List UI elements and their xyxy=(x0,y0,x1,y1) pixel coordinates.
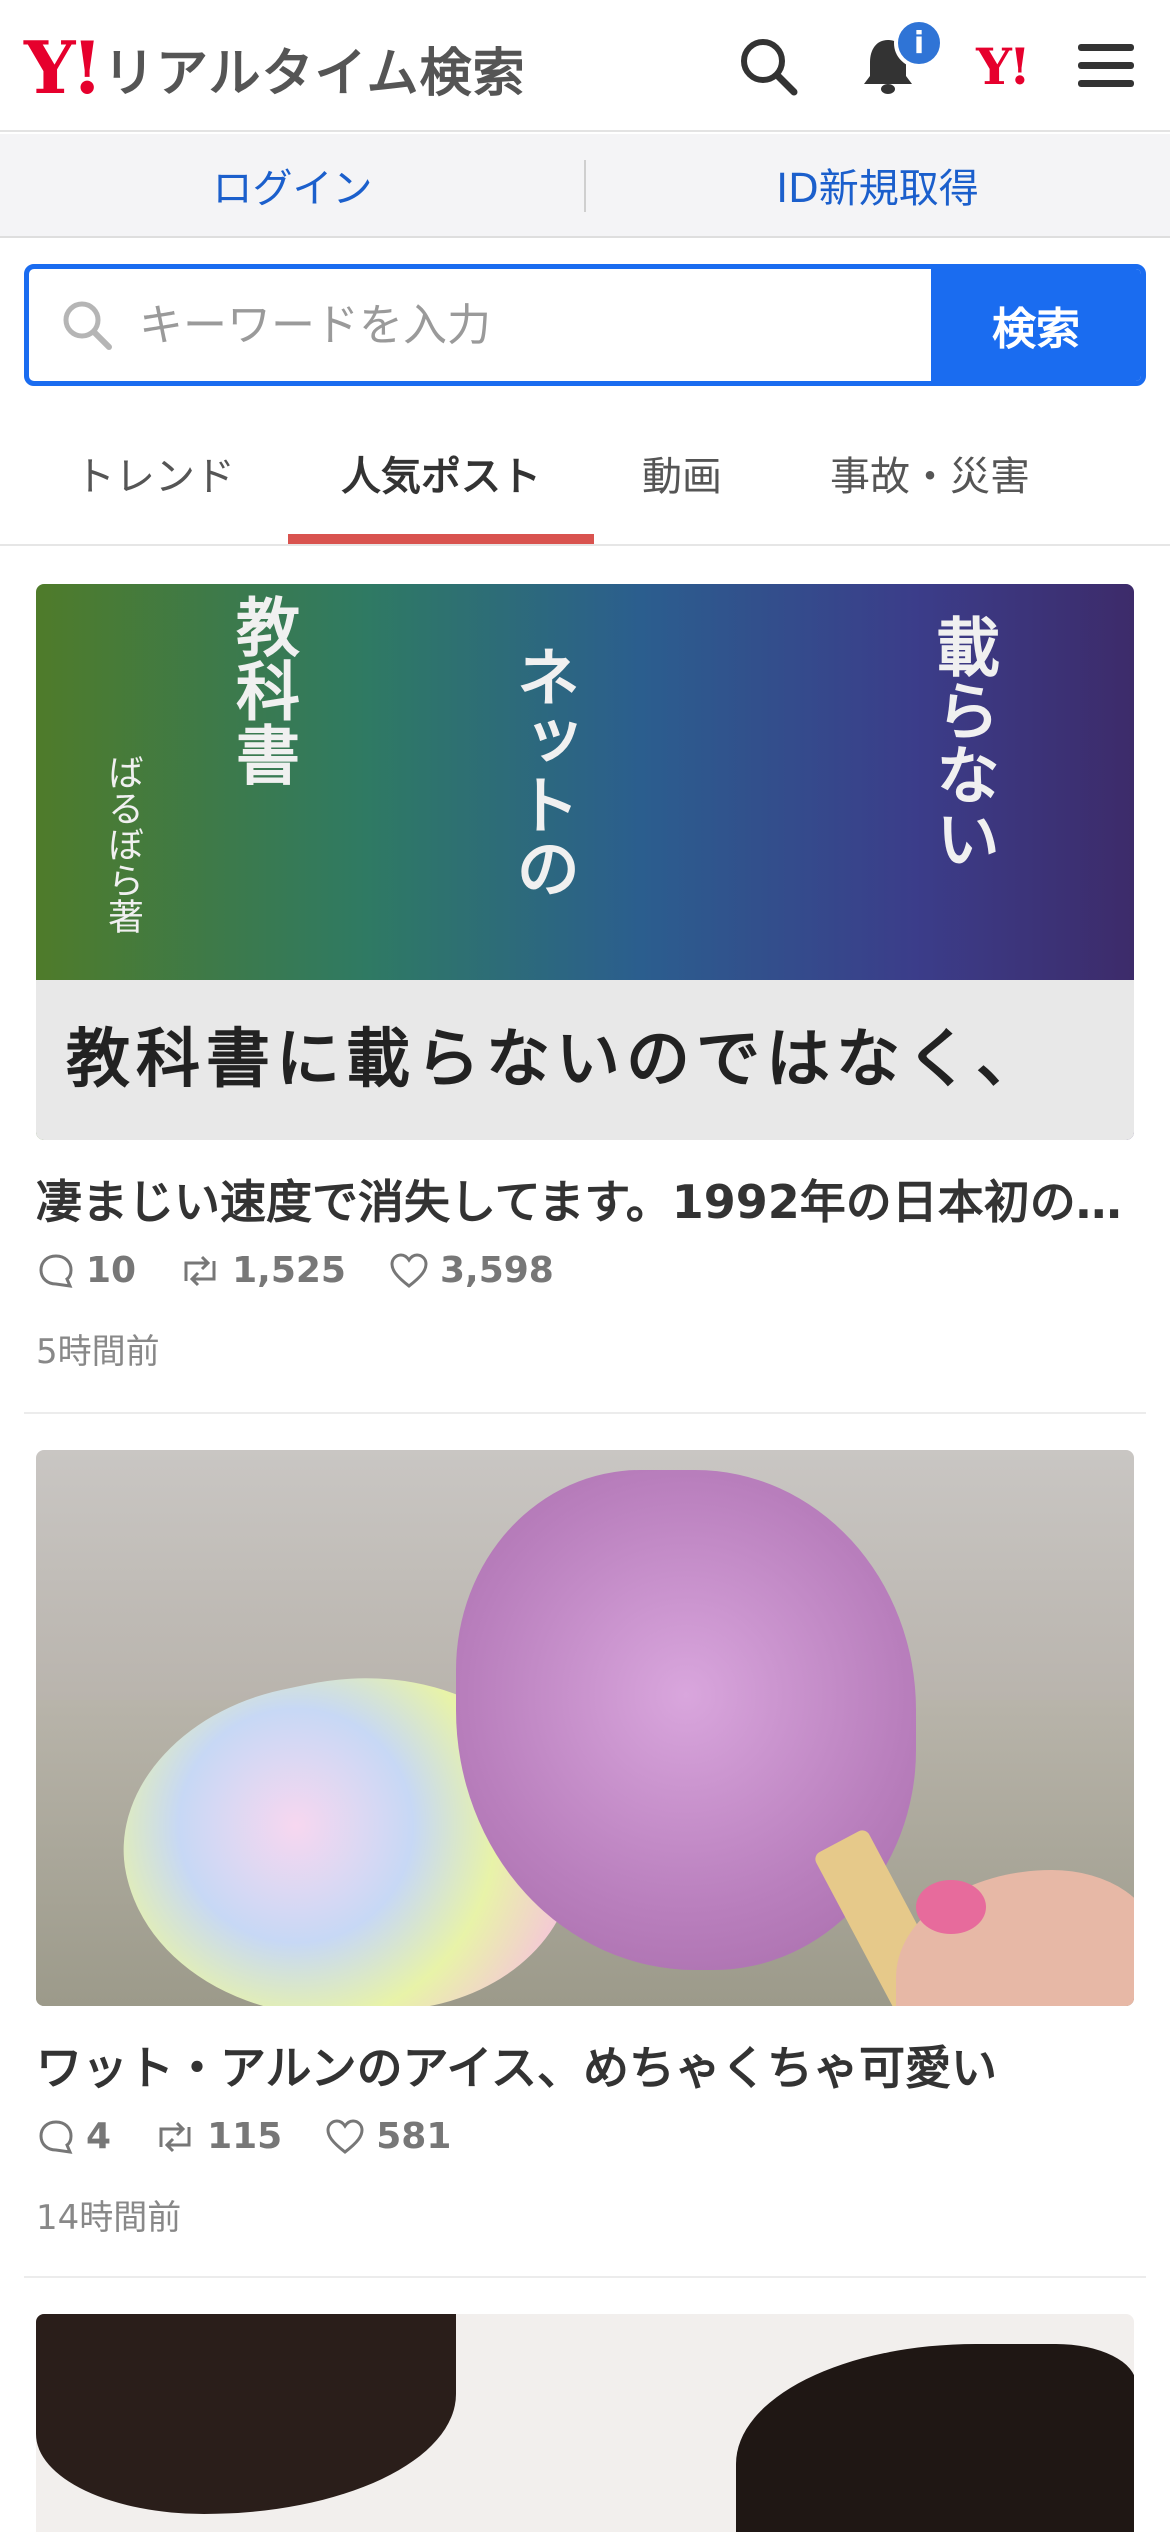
search-input[interactable] xyxy=(139,269,939,381)
like-count[interactable]: 3,598 xyxy=(388,1250,554,1291)
like-count[interactable]: 581 xyxy=(324,2116,451,2157)
search-field-icon xyxy=(59,297,115,353)
reply-count[interactable]: 10 xyxy=(36,1250,136,1291)
heart-icon xyxy=(326,2118,364,2154)
post-stats: 4 115 581 xyxy=(36,2116,493,2157)
post-timestamp: 5時間前 xyxy=(36,1332,160,1372)
repost-count-value: 115 xyxy=(207,2116,283,2157)
post-card[interactable]: 教科書 ネットの 載らない ばるぼら著 教科書に載らないのではなく、 凄まじい速… xyxy=(24,584,1146,1384)
active-tab-indicator xyxy=(288,534,594,544)
post-image[interactable] xyxy=(36,1450,1134,2006)
reply-icon xyxy=(39,2119,73,2154)
post-divider xyxy=(24,1412,1146,1414)
post-image[interactable] xyxy=(36,2314,1134,2532)
post-card[interactable] xyxy=(24,2314,1146,2532)
post-image-text: ネットの xyxy=(505,644,580,900)
login-separator xyxy=(584,160,586,212)
post-image-text: ばるぼら著 xyxy=(102,754,143,934)
tab-accidents-disasters[interactable]: 事故・災害 xyxy=(790,400,1070,546)
post-image[interactable]: 教科書 ネットの 載らない ばるぼら著 教科書に載らないのではなく、 xyxy=(36,584,1134,1140)
reply-count-value: 10 xyxy=(86,1250,137,1291)
yahoo-realtime-logo[interactable]: Y! リアルタイム検索 xyxy=(24,28,525,108)
post-title[interactable]: ワット・アルンのアイス、めちゃくちゃ可愛い xyxy=(36,2032,1136,2098)
heart-icon xyxy=(390,1252,428,1288)
tab-popular-posts[interactable]: 人気ポスト xyxy=(288,400,594,546)
reply-count-value: 4 xyxy=(86,2116,112,2157)
post-timestamp: 14時間前 xyxy=(36,2198,182,2238)
post-card[interactable]: ワット・アルンのアイス、めちゃくちゃ可愛い 4 115 581 14時間前 xyxy=(24,1450,1146,2250)
reply-icon xyxy=(39,1253,73,1288)
repost-count-value: 1,525 xyxy=(232,1250,346,1291)
hamburger-menu-icon[interactable] xyxy=(1070,30,1142,102)
notification-bell-icon[interactable]: i xyxy=(852,18,944,102)
notification-badge: i xyxy=(894,18,944,68)
logo-title: リアルタイム検索 xyxy=(103,43,526,104)
repost-count[interactable]: 1,525 xyxy=(178,1250,346,1291)
tab-trend[interactable]: トレンド xyxy=(30,400,280,546)
app-header: Y! リアルタイム検索 i Y! xyxy=(0,0,1170,132)
post-stats: 10 1,525 3,598 xyxy=(36,1250,596,1291)
like-count-value: 3,598 xyxy=(439,1250,554,1291)
yahoo-japan-mark: Y! xyxy=(976,36,1031,96)
repost-icon xyxy=(184,1255,216,1286)
yahoo-logo-mark: Y! xyxy=(24,25,103,110)
yahoo-japan-icon[interactable]: Y! xyxy=(966,30,1038,102)
book-band: 教科書に載らないのではなく、 xyxy=(36,980,1134,1140)
post-divider xyxy=(24,2276,1146,2278)
repost-count[interactable]: 115 xyxy=(153,2116,282,2157)
reply-count[interactable]: 4 xyxy=(36,2116,111,2157)
search-box: 検索 xyxy=(24,264,1146,386)
search-button[interactable]: 検索 xyxy=(931,269,1141,381)
repost-icon xyxy=(159,2121,191,2152)
post-image-text: 教科書 xyxy=(225,594,300,786)
login-link[interactable]: ログイン xyxy=(0,134,585,236)
post-title[interactable]: 凄まじい速度で消失してます。1992年の日本初のインターネット xyxy=(36,1166,1136,1232)
post-image-text: 載らない xyxy=(925,614,1000,870)
category-tabs: トレンド 人気ポスト 動画 事故・災害 xyxy=(0,400,1170,546)
login-bar: ログイン ID新規取得 xyxy=(0,134,1170,238)
search-icon[interactable] xyxy=(732,30,804,102)
like-count-value: 581 xyxy=(376,2116,452,2157)
register-link[interactable]: ID新規取得 xyxy=(585,134,1170,236)
tab-video[interactable]: 動画 xyxy=(600,400,764,546)
post-image-text: 教科書に載らないのではなく、 xyxy=(66,1022,1046,1097)
